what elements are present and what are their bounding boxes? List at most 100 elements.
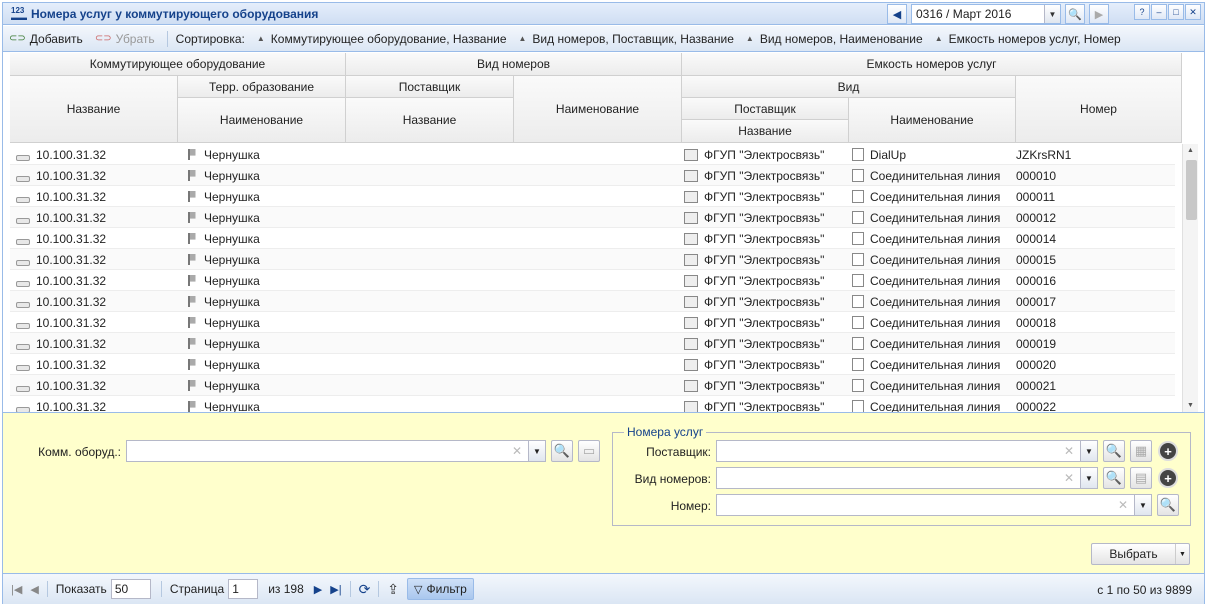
number-combo[interactable]: ✕ ▼ — [716, 494, 1152, 516]
chevron-down-icon[interactable]: ▼ — [1175, 544, 1189, 564]
flag-icon — [188, 170, 198, 181]
export-icon[interactable]: ⇪ — [387, 581, 399, 598]
table-row[interactable]: 10.100.31.32 Чернушка ФГУП "Электросвязь" С… — [10, 228, 1175, 249]
chevron-down-icon[interactable]: ▼ — [528, 441, 545, 461]
table-row[interactable]: 10.100.31.32 Чернушка ФГУП "Электросвязь" С… — [10, 186, 1175, 207]
header-supplier: Поставщик — [346, 76, 514, 98]
cell-kind: Соединительная линия — [852, 228, 1000, 249]
equip-search-button[interactable]: 🔍 — [551, 440, 573, 462]
table-row[interactable]: 10.100.31.32 Чернушка ФГУП "Электросвязь" D… — [10, 144, 1175, 165]
cell-kind: Соединительная линия — [852, 354, 1000, 375]
document-icon — [852, 295, 864, 308]
header-vid-supplier: Поставщик — [682, 98, 849, 120]
organization-icon — [684, 232, 698, 245]
choose-button[interactable]: Выбрать ▼ — [1091, 543, 1190, 565]
equipment-icon — [16, 238, 30, 245]
cell-territory: Чернушка — [188, 228, 260, 249]
scroll-thumb[interactable] — [1186, 160, 1197, 220]
cell-kind: Соединительная линия — [852, 249, 1000, 270]
equip-combo[interactable]: ✕ ▼ — [126, 440, 546, 462]
header-vid-supplier-name[interactable]: Название — [682, 120, 849, 143]
cell-equipment: 10.100.31.32 — [16, 354, 106, 375]
table-row[interactable]: 10.100.31.32 Чернушка ФГУП "Электросвязь" С… — [10, 249, 1175, 270]
table-row[interactable]: 10.100.31.32 Чернушка ФГУП "Электросвязь" С… — [10, 207, 1175, 228]
number-label: Номер: — [670, 499, 711, 513]
scroll-up-icon[interactable]: ▲ — [1187, 147, 1194, 154]
equip-open-button[interactable]: ▭ — [578, 440, 600, 462]
cell-territory: Чернушка — [188, 375, 260, 396]
header-terr: Терр. образование — [178, 76, 346, 98]
table-row[interactable]: 10.100.31.32 Чернушка ФГУП "Электросвязь" С… — [10, 312, 1175, 333]
last-page-icon[interactable]: ▶| — [330, 583, 341, 596]
header-kind-name[interactable]: Наименование — [514, 76, 682, 143]
organization-icon — [684, 295, 698, 308]
header-capacity-group: Емкость номеров услуг — [682, 53, 1182, 76]
header-terr-name[interactable]: Наименование — [178, 98, 346, 143]
chevron-down-icon[interactable]: ▼ — [1134, 495, 1151, 515]
remove-button[interactable]: ⊂⊃ Убрать — [95, 32, 155, 46]
clear-icon[interactable]: ✕ — [1064, 471, 1074, 485]
clear-icon[interactable]: ✕ — [512, 444, 522, 458]
document-icon — [852, 211, 864, 224]
kind-open-button[interactable]: ▤ — [1130, 467, 1152, 489]
cell-equipment: 10.100.31.32 — [16, 312, 106, 333]
sort-item-4[interactable]: ▲ Емкость номеров услуг, Номер — [935, 32, 1121, 46]
cell-territory: Чернушка — [188, 207, 260, 228]
sort-item-3[interactable]: ▲ Вид номеров, Наименование — [746, 32, 923, 46]
clear-icon[interactable]: ✕ — [1064, 444, 1074, 458]
table-row[interactable]: 10.100.31.32 Чернушка ФГУП "Электросвязь" С… — [10, 333, 1175, 354]
add-button[interactable]: ⊂⊃ Добавить — [9, 32, 83, 46]
period-combo[interactable]: 0316 / Март 2016 ▼ — [911, 4, 1061, 24]
sort-item-2[interactable]: ▲ Вид номеров, Поставщик, Название — [519, 32, 734, 46]
header-name[interactable]: Название — [10, 76, 178, 143]
scroll-down-icon[interactable]: ▼ — [1187, 402, 1194, 409]
pager-divider — [378, 581, 380, 597]
kind-add-button[interactable]: + — [1158, 468, 1178, 488]
maximize-button[interactable]: □ — [1168, 4, 1184, 20]
cell-number: 000010 — [1016, 168, 1057, 183]
chevron-down-icon[interactable]: ▼ — [1044, 5, 1060, 23]
minimize-button[interactable]: – — [1151, 4, 1167, 20]
table-row[interactable]: 10.100.31.32 Чернушка ФГУП "Электросвязь" С… — [10, 270, 1175, 291]
equip-label: Комм. оборуд.: — [38, 445, 121, 459]
clear-icon[interactable]: ✕ — [1118, 498, 1128, 512]
flag-icon — [188, 296, 198, 307]
sort-label: Сортировка: — [175, 31, 245, 46]
supplier-combo[interactable]: ✕ ▼ — [716, 440, 1098, 462]
cell-territory: Чернушка — [188, 249, 260, 270]
kind-combo[interactable]: ✕ ▼ — [716, 467, 1098, 489]
flag-icon — [188, 254, 198, 265]
table-row[interactable]: 10.100.31.32 Чернушка ФГУП "Электросвязь" С… — [10, 291, 1175, 312]
cell-number: 000016 — [1016, 273, 1057, 288]
number-search-button[interactable]: 🔍 — [1157, 494, 1179, 516]
refresh-icon[interactable]: ⟳ — [359, 581, 371, 598]
equipment-icon — [16, 385, 30, 392]
prev-page-icon[interactable]: ◀ — [30, 583, 38, 596]
search-period-button[interactable]: 🔍 — [1065, 4, 1085, 24]
next-page-icon[interactable]: ▶ — [314, 583, 322, 596]
table-row[interactable]: 10.100.31.32 Чернушка ФГУП "Электросвязь" С… — [10, 396, 1175, 412]
page-input[interactable]: 1 — [228, 579, 259, 599]
table-row[interactable]: 10.100.31.32 Чернушка ФГУП "Электросвязь" С… — [10, 354, 1175, 375]
kind-search-button[interactable]: 🔍 — [1103, 467, 1125, 489]
header-vid-name[interactable]: Наименование — [849, 98, 1016, 143]
supplier-add-button[interactable]: + — [1158, 441, 1178, 461]
filter-toggle-button[interactable]: ▽ Фильтр — [407, 578, 474, 600]
prev-period-button[interactable]: ◀ — [887, 4, 907, 24]
first-page-icon[interactable]: |◀ — [11, 583, 22, 596]
supplier-search-button[interactable]: 🔍 — [1103, 440, 1125, 462]
chevron-down-icon[interactable]: ▼ — [1080, 441, 1097, 461]
table-row[interactable]: 10.100.31.32 Чернушка ФГУП "Электросвязь" С… — [10, 375, 1175, 396]
document-icon — [852, 337, 864, 350]
sort-item-1[interactable]: ▲ Коммутирующее оборудование, Название — [257, 32, 507, 46]
next-period-button[interactable]: ▶ — [1089, 4, 1109, 24]
page-size-input[interactable]: 50 — [110, 579, 151, 599]
table-row[interactable]: 10.100.31.32 Чернушка ФГУП "Электросвязь" С… — [10, 165, 1175, 186]
chevron-down-icon[interactable]: ▼ — [1080, 468, 1097, 488]
help-button[interactable]: ? — [1134, 4, 1150, 20]
supplier-open-button[interactable]: ▦ — [1130, 440, 1152, 462]
vertical-scrollbar[interactable]: ▲ ▼ — [1182, 144, 1198, 412]
header-supplier-name[interactable]: Название — [346, 98, 514, 143]
header-number[interactable]: Номер — [1016, 76, 1182, 143]
close-button[interactable]: ✕ — [1185, 4, 1201, 20]
